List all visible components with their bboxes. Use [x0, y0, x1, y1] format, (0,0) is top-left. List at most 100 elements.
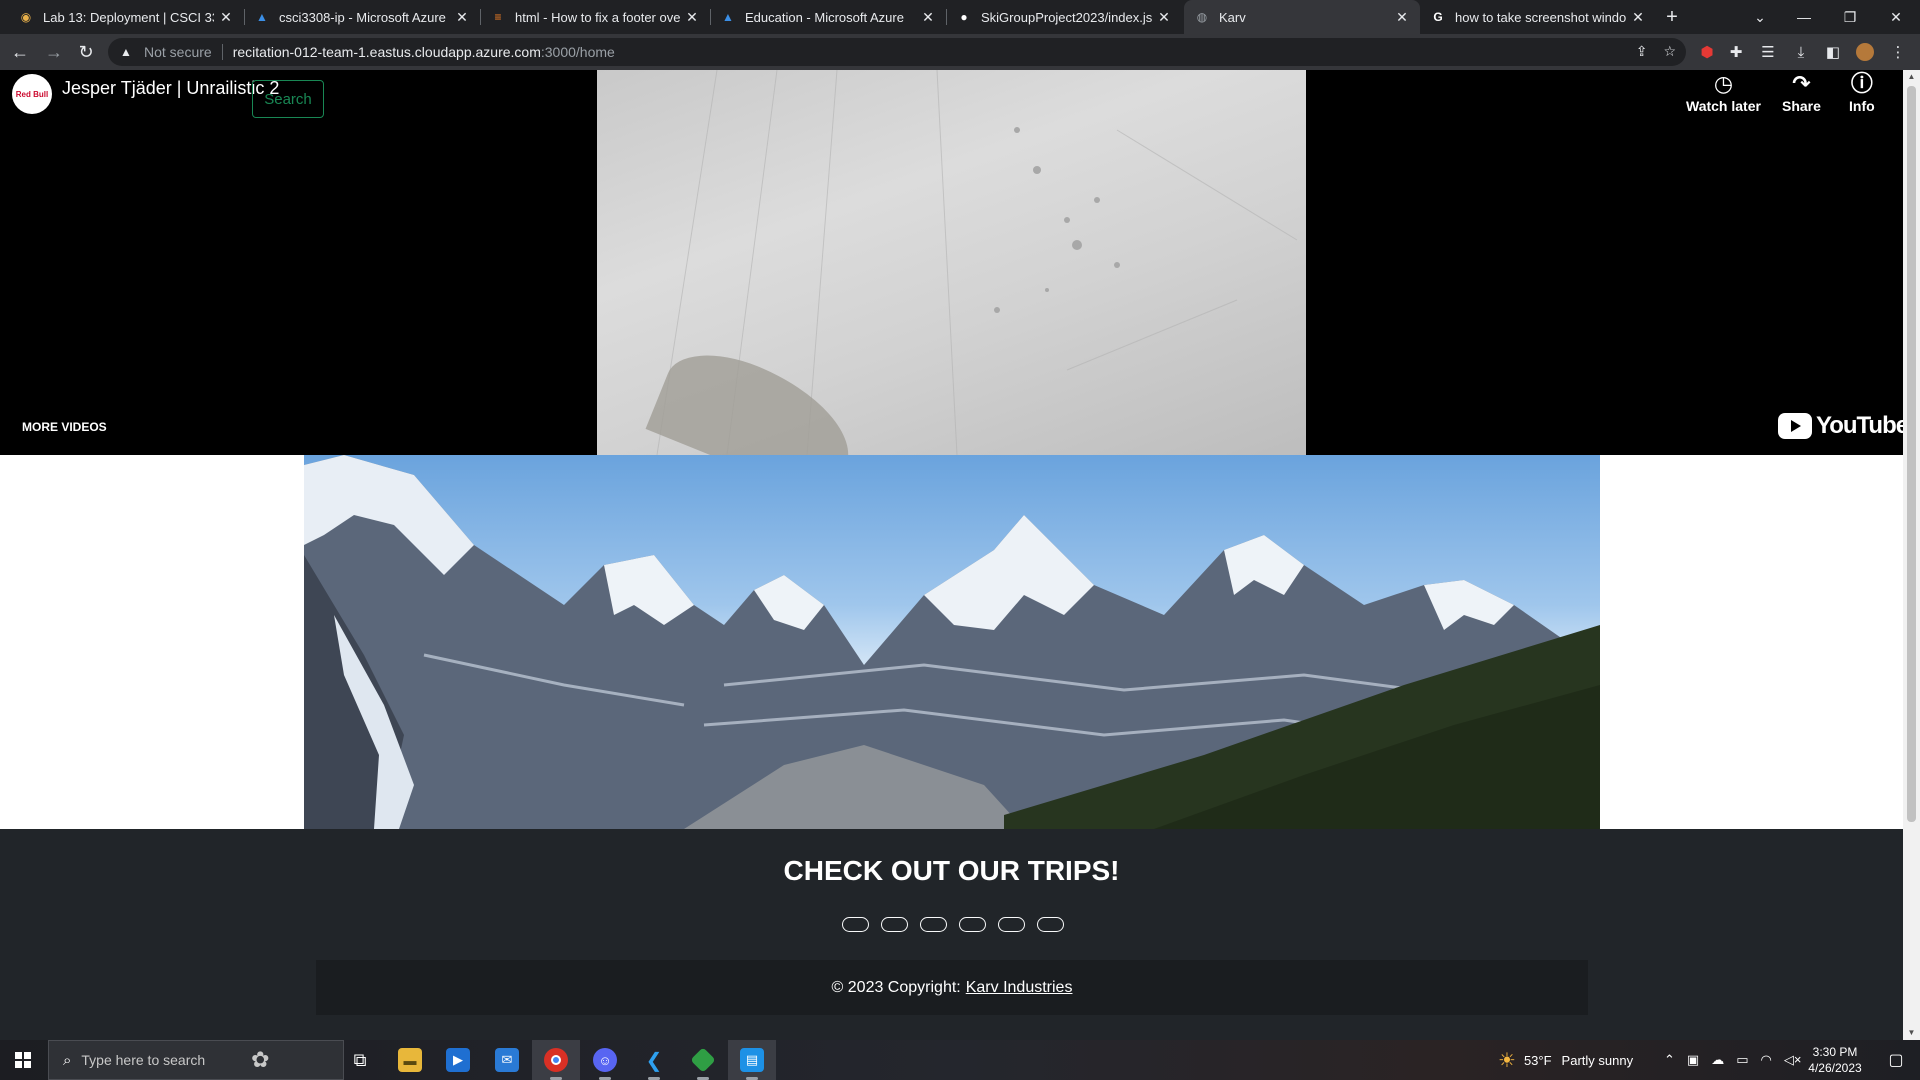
docker-icon[interactable]: ▤ [728, 1040, 776, 1080]
tab-title: csci3308-ip - Microsoft Azure [279, 9, 446, 25]
windows-logo-icon [15, 1052, 31, 1068]
youtube-logo[interactable]: YouTube [1778, 412, 1903, 440]
tab-education-azure[interactable]: ▲ Education - Microsoft Azure ✕ [710, 0, 946, 34]
download-icon[interactable]: ⤓ [1791, 42, 1811, 62]
scroll-thumb[interactable] [1907, 86, 1916, 822]
stackoverflow-icon: ≡ [494, 10, 502, 24]
social-button[interactable] [920, 917, 947, 932]
git-client-icon[interactable] [679, 1040, 727, 1080]
tab-close-icon[interactable]: ✕ [920, 9, 936, 26]
weather-widget[interactable]: ☀ 53°F Partly sunny [1498, 1040, 1633, 1080]
meet-now-icon[interactable]: ▣ [1687, 1052, 1699, 1068]
tab-title: Lab 13: Deployment | CSCI 3308 [43, 9, 214, 25]
tab-csci3308-azure[interactable]: ▲ csci3308-ip - Microsoft Azure ✕ [244, 0, 480, 34]
tab-close-icon[interactable]: ✕ [1156, 9, 1172, 26]
weather-description: Partly sunny [1561, 1052, 1634, 1068]
browser-toolbar: ← → ↻ ▲ Not secure recitation-012-team-1… [0, 34, 1920, 70]
tray-expand-chevron-icon[interactable]: ⌃ [1664, 1052, 1675, 1068]
page-scrollbar[interactable]: ▲ ▼ [1903, 70, 1920, 1040]
restore-window-icon[interactable]: ❐ [1830, 0, 1870, 34]
task-view-icon[interactable]: ⧉ [336, 1040, 384, 1080]
share-button[interactable]: ↷ Share [1782, 70, 1821, 114]
tab-stackoverflow[interactable]: ≡ html - How to fix a footer overla ✕ [480, 0, 710, 34]
social-button[interactable] [842, 917, 869, 932]
reload-icon[interactable]: ↻ [72, 38, 100, 66]
taskbar-clock[interactable]: 3:30 PM 4/26/2023 [1802, 1044, 1868, 1076]
address-bar[interactable]: ▲ Not secure recitation-012-team-1.eastu… [108, 38, 1686, 66]
scroll-down-icon[interactable]: ▼ [1907, 1028, 1916, 1037]
tab-search-chevron-icon[interactable]: ⌄ [1740, 0, 1780, 34]
karv-industries-link[interactable]: Karv Industries [966, 979, 1073, 997]
azure-icon: ▲ [256, 10, 268, 24]
bookmark-star-icon[interactable]: ☆ [1663, 43, 1676, 60]
tab-close-icon[interactable]: ✕ [684, 9, 700, 26]
tab-karv[interactable]: ◍ Karv ✕ [1184, 0, 1420, 34]
tab-title: SkiGroupProject2023/index.js at [981, 9, 1152, 25]
tab-close-icon[interactable]: ✕ [454, 9, 470, 26]
tab-close-icon[interactable]: ✕ [1394, 9, 1410, 26]
system-tray: ⌃ ▣ ☁ ▭ ◠ ◁× [1664, 1040, 1801, 1080]
discord-icon[interactable]: ☺ [581, 1040, 629, 1080]
vscode-icon[interactable]: ❮ [630, 1040, 678, 1080]
youtube-embed[interactable]: Red Bull Jesper Tjäder | Unrailistic 2 S… [0, 70, 1903, 455]
forward-arrow-icon[interactable]: → [40, 38, 68, 66]
search-button[interactable]: Search [252, 80, 324, 118]
profile-avatar[interactable] [1855, 42, 1875, 62]
share-label: Share [1782, 98, 1821, 114]
mail-icon[interactable]: ✉ [483, 1040, 531, 1080]
taskbar-search-placeholder: Type here to search [81, 1052, 206, 1068]
azure-icon: ▲ [722, 10, 734, 24]
tab-title: how to take screenshot window [1455, 9, 1626, 25]
social-button[interactable] [881, 917, 908, 932]
tab-github[interactable]: ● SkiGroupProject2023/index.js at ✕ [946, 0, 1182, 34]
media-queue-icon[interactable]: ☰ [1758, 42, 1778, 62]
close-window-icon[interactable]: ✕ [1876, 0, 1916, 34]
tab-title: Education - Microsoft Azure [745, 9, 904, 25]
lab-favicon-icon: ◉ [20, 10, 32, 24]
github-icon: ● [960, 10, 968, 24]
info-button[interactable]: ⓘ Info [1849, 70, 1875, 114]
notifications-icon[interactable]: ▢ [1872, 1040, 1920, 1080]
tab-title: html - How to fix a footer overla [515, 9, 680, 25]
minimize-window-icon[interactable]: — [1784, 0, 1824, 34]
onedrive-cloud-icon[interactable]: ☁ [1711, 1052, 1724, 1068]
url-path: :3000/home [540, 44, 615, 60]
battery-icon[interactable]: ▭ [1736, 1052, 1748, 1068]
extension-adblock-icon[interactable]: ⬢ [1697, 42, 1717, 62]
wifi-icon[interactable]: ◠ [1761, 1052, 1772, 1068]
social-button[interactable] [998, 917, 1025, 932]
new-tab-button[interactable]: + [1652, 0, 1692, 34]
channel-logo[interactable]: Red Bull [12, 74, 52, 114]
tab-lab-13[interactable]: ◉ Lab 13: Deployment | CSCI 3308 ✕ [8, 0, 244, 34]
copyright-text: © 2023 Copyright: [831, 978, 961, 996]
browser-menu-icon[interactable]: ⋮ [1888, 42, 1908, 62]
video-frame[interactable] [597, 70, 1306, 455]
windows-taskbar: ⌕ Type here to search ✿ ⧉ ▬ ▶ ✉ ☺ ❮ ▤ ☀ … [0, 1040, 1920, 1080]
extensions-puzzle-icon[interactable]: ✚ [1726, 42, 1746, 62]
social-button[interactable] [959, 917, 986, 932]
side-panel-icon[interactable]: ◧ [1823, 42, 1843, 62]
tab-close-icon[interactable]: ✕ [1630, 9, 1646, 26]
chrome-icon[interactable] [532, 1040, 580, 1080]
file-explorer-icon[interactable]: ▬ [386, 1040, 434, 1080]
search-icon: ⌕ [63, 1051, 72, 1069]
store-app-icon[interactable]: ▶ [434, 1040, 482, 1080]
social-button[interactable] [1037, 917, 1064, 932]
share-page-icon[interactable]: ⇪ [1636, 43, 1648, 60]
start-button[interactable] [0, 1040, 46, 1080]
speaker-muted-icon[interactable]: ◁× [1784, 1052, 1802, 1068]
globe-icon: ◍ [1196, 10, 1208, 24]
scroll-up-icon[interactable]: ▲ [1907, 72, 1916, 81]
tab-title: Karv [1219, 9, 1246, 25]
taskbar-search[interactable]: ⌕ Type here to search ✿ [48, 1040, 344, 1080]
site-footer: CHECK OUT OUR TRIPS! © 2023 Copyright: K… [0, 829, 1903, 1040]
back-arrow-icon[interactable]: ← [6, 38, 34, 66]
more-videos-button[interactable]: MORE VIDEOS [22, 420, 107, 434]
tab-google-search[interactable]: G how to take screenshot window ✕ [1420, 0, 1656, 34]
mountain-banner-image [304, 455, 1600, 829]
youtube-play-icon [1778, 413, 1812, 439]
watch-later-button[interactable]: ◷ Watch later [1686, 70, 1761, 114]
share-icon: ↷ [1792, 71, 1811, 96]
tab-close-icon[interactable]: ✕ [218, 9, 234, 26]
video-title[interactable]: Jesper Tjäder | Unrailistic 2 [62, 78, 279, 99]
